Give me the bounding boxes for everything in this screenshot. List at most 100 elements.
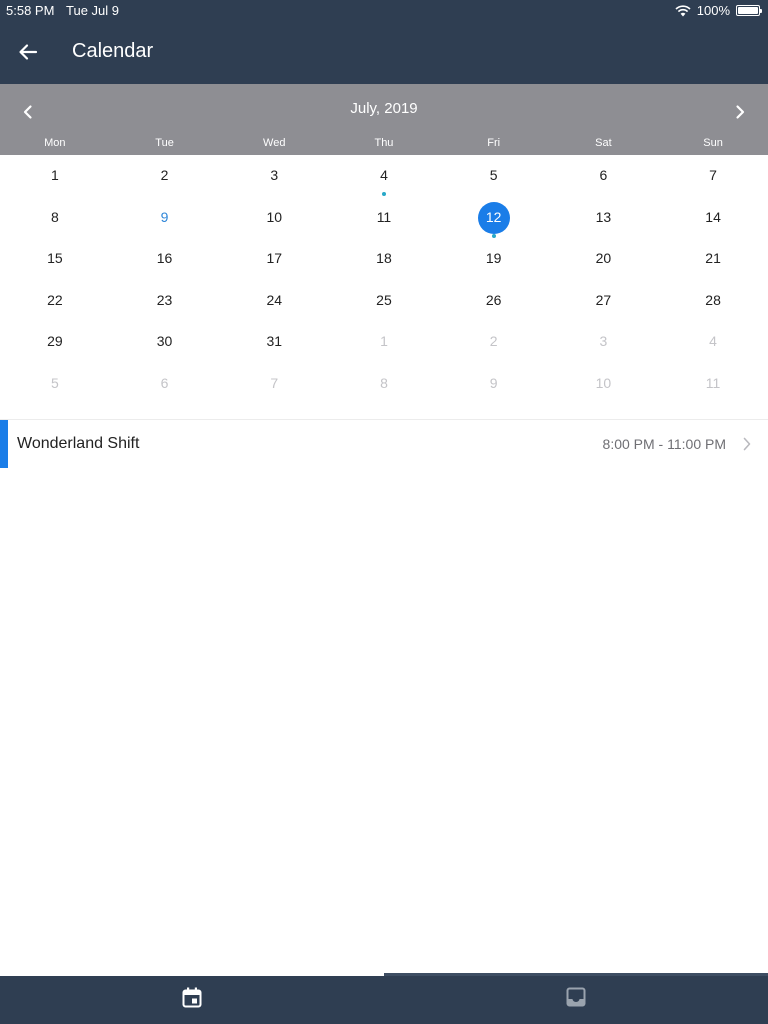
day-cell[interactable]: 2 xyxy=(439,321,549,363)
week-row: 22 23 24 25 26 27 28 xyxy=(0,280,768,322)
event-dot xyxy=(491,233,496,238)
day-number: 15 xyxy=(47,250,63,266)
day-number: 14 xyxy=(705,208,721,225)
day-cell[interactable]: 3 xyxy=(549,321,659,363)
back-button[interactable] xyxy=(14,38,42,66)
day-cell[interactable]: 9 xyxy=(439,363,549,405)
day-number: 11 xyxy=(705,374,721,391)
day-cell[interactable]: 26 xyxy=(439,280,549,322)
day-number: 9 xyxy=(160,208,169,225)
day-cell[interactable]: 24 xyxy=(219,280,329,322)
battery-percent: 100% xyxy=(696,3,730,18)
day-cell[interactable]: 7 xyxy=(658,155,768,197)
day-cell[interactable]: 15 xyxy=(0,238,110,280)
weekday-label: Fri xyxy=(487,137,501,149)
day-cell[interactable]: 6 xyxy=(110,363,220,405)
day-cell[interactable]: 1 xyxy=(0,155,110,197)
day-cell[interactable]: 14 xyxy=(658,197,768,239)
day-cell[interactable]: 22 xyxy=(0,280,110,322)
day-cell[interactable]: 17 xyxy=(219,238,329,280)
day-number: 1 xyxy=(380,333,388,349)
day-cell[interactable]: 1 xyxy=(329,321,439,363)
day-cell[interactable]: 23 xyxy=(110,280,220,322)
day-cell[interactable]: 3 xyxy=(219,155,329,197)
tab-inbox[interactable] xyxy=(384,973,768,1024)
status-date: Tue Jul 9 xyxy=(66,3,119,18)
status-right: 100% xyxy=(675,3,762,18)
status-bar: 5:58 PM Tue Jul 9 100% xyxy=(0,0,768,20)
day-cell[interactable]: 6 xyxy=(549,155,659,197)
month-label: July, 2019 xyxy=(350,100,418,117)
day-cell[interactable]: 18 xyxy=(329,238,439,280)
day-cell[interactable]: 10 xyxy=(549,363,659,405)
day-cell[interactable]: 4 xyxy=(329,155,439,197)
day-number: 4 xyxy=(380,167,388,183)
tab-bar xyxy=(0,973,768,1024)
day-number: 3 xyxy=(599,333,608,349)
week-row: 29 30 31 1 2 3 4 xyxy=(0,321,768,363)
day-number: 21 xyxy=(705,250,721,266)
chevron-right-icon xyxy=(736,105,745,119)
weekday-label: Wed xyxy=(263,137,286,149)
day-number: 1 xyxy=(50,167,59,183)
day-cell[interactable]: 8 xyxy=(0,197,110,239)
month-header: July, 2019 Mon Tue Wed Thu Fri Sat Sun xyxy=(0,84,768,155)
day-number: 10 xyxy=(266,208,283,225)
day-cell[interactable]: 21 xyxy=(658,238,768,280)
day-cell[interactable]: 16 xyxy=(110,238,220,280)
day-number: 12 xyxy=(485,208,502,225)
day-cell[interactable]: 8 xyxy=(329,363,439,405)
day-number: 16 xyxy=(156,250,173,266)
arrow-left-icon xyxy=(19,44,38,60)
day-cell[interactable]: 10 xyxy=(219,197,329,239)
chevron-right-icon xyxy=(743,437,751,451)
day-cell[interactable]: 5 xyxy=(0,363,110,405)
day-cell[interactable]: 13 xyxy=(549,197,659,239)
day-number: 2 xyxy=(489,333,498,349)
day-cell[interactable]: 7 xyxy=(219,363,329,405)
day-cell[interactable]: 4 xyxy=(658,321,768,363)
day-cell[interactable]: 19 xyxy=(439,238,549,280)
day-cell[interactable]: 29 xyxy=(0,321,110,363)
event-color-bar xyxy=(0,420,8,468)
day-cell[interactable]: 11 xyxy=(329,197,439,239)
day-cell[interactable]: 11 xyxy=(658,363,768,405)
day-number: 6 xyxy=(160,374,169,391)
week-row: 1 2 3 4 5 6 7 xyxy=(0,155,768,197)
day-cell[interactable]: 31 xyxy=(219,321,329,363)
day-cell-today[interactable]: 9 xyxy=(110,197,220,239)
day-number: 8 xyxy=(50,208,59,225)
day-cell[interactable]: 25 xyxy=(329,280,439,322)
day-number: 28 xyxy=(705,291,721,308)
event-row[interactable]: Wonderland Shift 8:00 PM - 11:00 PM xyxy=(0,420,768,468)
day-cell[interactable]: 28 xyxy=(658,280,768,322)
day-cell[interactable]: 20 xyxy=(549,238,659,280)
weekday-label: Sat xyxy=(595,137,612,149)
day-number: 30 xyxy=(156,333,173,349)
wifi-icon xyxy=(675,4,691,16)
weekday-label: Mon xyxy=(44,137,66,149)
day-number: 3 xyxy=(270,167,279,183)
day-number: 27 xyxy=(595,291,612,308)
calendar-grid: 1 2 3 4 5 6 7 8 9 10 11 12 13 14 15 16 17 18 19 20 21 22 23 24 2… xyxy=(0,155,768,419)
day-number: 9 xyxy=(489,374,498,391)
week-row: 8 9 10 11 12 13 14 xyxy=(0,197,768,239)
day-cell-selected[interactable]: 12 xyxy=(439,197,549,239)
calendar-icon xyxy=(182,987,202,1008)
event-dot xyxy=(381,192,386,196)
tab-calendar[interactable] xyxy=(0,973,384,1024)
day-number: 24 xyxy=(266,291,283,308)
day-cell[interactable]: 2 xyxy=(110,155,220,197)
day-number: 5 xyxy=(489,167,498,183)
battery-icon xyxy=(736,5,762,16)
day-number: 19 xyxy=(485,250,502,266)
day-cell[interactable]: 30 xyxy=(110,321,220,363)
day-number: 26 xyxy=(485,291,502,308)
day-number: 6 xyxy=(599,167,608,183)
day-number: 31 xyxy=(266,333,283,349)
weekday-label: Thu xyxy=(374,137,394,149)
day-cell[interactable]: 27 xyxy=(549,280,659,322)
day-cell[interactable]: 5 xyxy=(439,155,549,197)
next-month-button[interactable] xyxy=(726,98,754,126)
day-number: 2 xyxy=(160,167,169,183)
